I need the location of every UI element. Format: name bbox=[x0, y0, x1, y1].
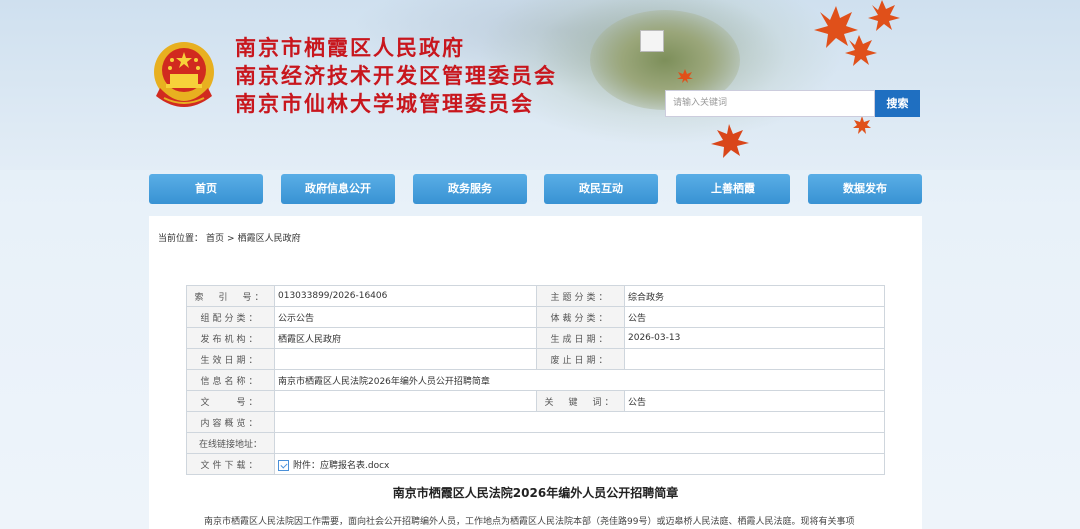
banner-building bbox=[640, 30, 664, 52]
link-value bbox=[274, 432, 885, 454]
issuer-label: 发布机构： bbox=[186, 327, 275, 349]
name-label: 信息名称： bbox=[186, 369, 275, 391]
index-label: 索 引 号： bbox=[186, 285, 275, 307]
table-row: 信息名称： 南京市栖霞区人民法院2026年编外人员公开招聘简章 bbox=[186, 369, 885, 391]
table-row: 在线链接地址： bbox=[186, 432, 885, 454]
search-input[interactable]: 请输入关键词 bbox=[665, 90, 875, 117]
keyword-value: 公告 bbox=[624, 390, 885, 412]
maple-leaf-decoration bbox=[814, 0, 900, 66]
site-title-univtown: 南京市仙林大学城管理委员会 bbox=[235, 91, 534, 116]
search-button[interactable]: 搜索 bbox=[875, 90, 920, 117]
expired-label: 废止日期： bbox=[536, 348, 625, 370]
effective-value bbox=[274, 348, 537, 370]
table-row: 内容概览： bbox=[186, 411, 885, 433]
table-row: 文 号： 关 键 词： 公告 bbox=[186, 390, 885, 412]
maple-leaf-decoration bbox=[711, 124, 749, 158]
main-nav: 首页 政府信息公开 政务服务 政民互动 上善栖霞 数据发布 bbox=[149, 174, 922, 204]
breadcrumb: 当前位置： 首页 > 栖霞区人民政府 bbox=[158, 231, 304, 244]
national-emblem-icon bbox=[154, 42, 214, 107]
topic-label: 主题分类： bbox=[536, 285, 625, 307]
download-label: 文件下载： bbox=[186, 453, 275, 475]
site-title-district: 南京市栖霞区人民政府 bbox=[235, 35, 465, 60]
summary-value bbox=[274, 411, 885, 433]
maple-leaf-decoration bbox=[853, 116, 871, 134]
download-icon bbox=[278, 459, 289, 471]
created-value: 2026-03-13 bbox=[624, 327, 885, 349]
site-title-devzone: 南京经济技术开发区管理委员会 bbox=[235, 63, 557, 88]
nav-item-gov-info[interactable]: 政府信息公开 bbox=[281, 174, 395, 204]
info-meta-table: 索 引 号： 013033899/2026-16406 主题分类： 综合政务 组… bbox=[186, 285, 885, 475]
breadcrumb-prefix: 当前位置： bbox=[158, 234, 204, 244]
maple-leaf-decoration bbox=[677, 69, 693, 83]
site-titles: 南京市栖霞区人民政府 南京经济技术开发区管理委员会 南京市仙林大学城管理委员会 bbox=[235, 34, 557, 118]
content-panel: 当前位置： 首页 > 栖霞区人民政府 索 引 号： 013033899/2026-16… bbox=[149, 216, 922, 529]
table-row: 发布机构： 栖霞区人民政府 生成日期： 2026-03-13 bbox=[186, 327, 885, 349]
org-value: 公示公告 bbox=[274, 306, 537, 328]
table-row: 索 引 号： 013033899/2026-16406 主题分类： 综合政务 bbox=[186, 285, 885, 307]
summary-label: 内容概览： bbox=[186, 411, 275, 433]
created-label: 生成日期： bbox=[536, 327, 625, 349]
name-value: 南京市栖霞区人民法院2026年编外人员公开招聘简章 bbox=[274, 369, 885, 391]
article-title: 南京市栖霞区人民法院2026年编外人员公开招聘简章 bbox=[392, 486, 679, 500]
attachment-link[interactable]: 附件：应聘报名表.docx bbox=[293, 461, 389, 471]
table-row: 组配分类： 公示公告 体裁分类： 公告 bbox=[186, 306, 885, 328]
download-cell: 附件：应聘报名表.docx bbox=[274, 453, 885, 475]
nav-item-qixia[interactable]: 上善栖霞 bbox=[676, 174, 790, 204]
nav-item-data[interactable]: 数据发布 bbox=[808, 174, 922, 204]
breadcrumb-home-link[interactable]: 首页 bbox=[206, 234, 224, 244]
nav-item-interaction[interactable]: 政民互动 bbox=[544, 174, 658, 204]
org-label: 组配分类： bbox=[186, 306, 275, 328]
expired-value bbox=[624, 348, 885, 370]
genre-value: 公告 bbox=[624, 306, 885, 328]
effective-label: 生效日期： bbox=[186, 348, 275, 370]
nav-item-home[interactable]: 首页 bbox=[149, 174, 263, 204]
table-row: 文件下载： 附件：应聘报名表.docx bbox=[186, 453, 885, 475]
genre-label: 体裁分类： bbox=[536, 306, 625, 328]
keyword-label: 关 键 词： bbox=[536, 390, 625, 412]
docno-value bbox=[274, 390, 537, 412]
index-value: 013033899/2026-16406 bbox=[274, 285, 537, 307]
breadcrumb-current-link[interactable]: 栖霞区人民政府 bbox=[238, 234, 301, 244]
docno-label: 文 号： bbox=[186, 390, 275, 412]
breadcrumb-separator: > bbox=[227, 234, 235, 244]
table-row: 生效日期： 废止日期： bbox=[186, 348, 885, 370]
issuer-value: 栖霞区人民政府 bbox=[274, 327, 537, 349]
nav-item-services[interactable]: 政务服务 bbox=[413, 174, 527, 204]
article-body: 南京市栖霞区人民法院因工作需要，面向社会公开招聘编外人员，工作地点为栖霞区人民法… bbox=[204, 517, 855, 527]
topic-value: 综合政务 bbox=[624, 285, 885, 307]
link-label: 在线链接地址： bbox=[186, 432, 275, 454]
